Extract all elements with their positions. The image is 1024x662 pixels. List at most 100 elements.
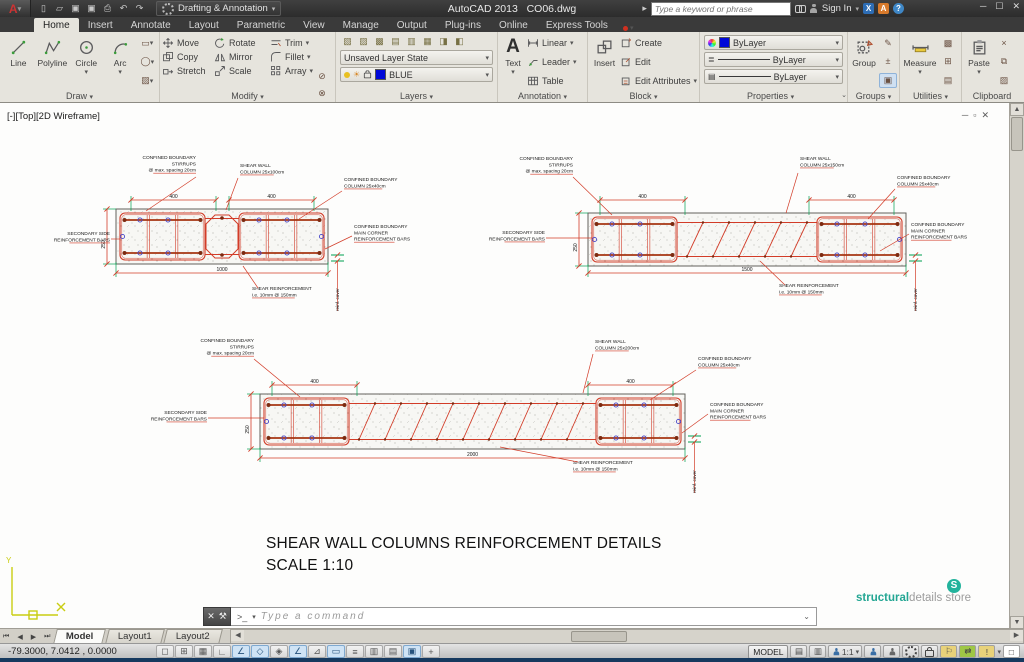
panel-title-layers[interactable]: Layers ▾ (336, 90, 497, 102)
explode-icon[interactable]: ⊗ (314, 87, 330, 100)
fillet-button[interactable]: Fillet▾ (270, 50, 316, 64)
tab-nav-prev-icon[interactable]: ◀ (14, 633, 27, 641)
toolbar-lock-icon[interactable] (921, 645, 938, 658)
panel-title-groups[interactable]: Groups ▾ (848, 90, 899, 102)
annotation-monitor-toggle[interactable]: + (422, 645, 440, 658)
horizontal-scrollbar[interactable]: ◀ ▶ (230, 629, 1024, 644)
command-line[interactable]: ✕ ⚒ >_ ▾ Type a command ⌄ (203, 607, 817, 626)
layer-dropdown[interactable]: ☀ BLUE▾ (340, 67, 493, 82)
scale-button[interactable]: Scale (214, 64, 270, 78)
minimize-button[interactable]: ─ (980, 1, 986, 12)
3d-object-snap-toggle[interactable]: ◈ (270, 645, 288, 658)
group-selection-toggle-icon[interactable]: ▣ (879, 73, 897, 88)
layer-match-icon[interactable]: ◧ (452, 35, 467, 48)
command-close-icon[interactable]: ✕ (207, 611, 215, 622)
create-block-button[interactable]: Create (620, 36, 697, 50)
command-history-caret-icon[interactable]: ▾ (252, 613, 256, 621)
layer-thaw-sun-icon[interactable]: ☀ (353, 70, 360, 79)
object-snap-toggle[interactable]: ◇ (251, 645, 269, 658)
transparency-toggle[interactable]: ▥ (365, 645, 383, 658)
workspace-switching-icon[interactable] (902, 645, 919, 658)
infer-constraints-toggle[interactable]: ◻ (156, 645, 174, 658)
tab-nav-next-icon[interactable]: ▶ (28, 633, 41, 641)
stretch-button[interactable]: Stretch (162, 64, 214, 78)
linetype-dropdown[interactable]: ▤ ByLayer▾ (704, 69, 843, 84)
quick-properties-toggle[interactable]: ▤ (384, 645, 402, 658)
viewport-controls[interactable]: [-][Top][2D Wireframe] (7, 111, 100, 122)
ellipse-icon[interactable]: ◯▾ (139, 55, 155, 68)
layer-state-dropdown[interactable]: Unsaved Layer State▾ (340, 50, 493, 65)
linear-caret-icon[interactable]: ▾ (570, 39, 574, 47)
leader-button[interactable]: Leader▾ (527, 55, 577, 69)
snap-mode-toggle[interactable]: ⊞ (175, 645, 193, 658)
leader-caret-icon[interactable]: ▾ (573, 58, 577, 66)
infocenter-collapse-icon[interactable]: ▸ (642, 3, 647, 14)
circle-caret-icon[interactable]: ▾ (85, 68, 89, 76)
ribbon-tab-layout[interactable]: Layout (180, 18, 228, 32)
edit-block-button[interactable]: Edit (620, 55, 697, 69)
object-snap-tracking-toggle[interactable]: ∠ (289, 645, 307, 658)
status-tray-icon[interactable]: ⚐ (940, 645, 957, 658)
search-input[interactable] (651, 2, 791, 16)
group-button[interactable]: Group (850, 34, 878, 90)
application-menu-button[interactable]: A▾ (0, 0, 31, 17)
insert-button[interactable]: Insert (590, 34, 619, 90)
lineweight-dropdown[interactable]: ≣ ByLayer▾ (704, 52, 843, 67)
scroll-up-icon[interactable]: ▲ (1010, 103, 1024, 116)
line-button[interactable]: Line (2, 34, 35, 90)
layer-lock-icon[interactable]: ▦ (420, 35, 435, 48)
annotation-autoscale-icon[interactable] (883, 645, 900, 658)
hatch-icon[interactable]: ▨▾ (139, 74, 155, 87)
edit-attributes-button[interactable]: Edit Attributes▾ (620, 74, 697, 88)
doc-close-icon[interactable]: ✕ (981, 110, 994, 120)
panel-title-draw[interactable]: Draw ▾ (0, 90, 159, 102)
plot-icon[interactable]: ⎙ (101, 3, 114, 14)
doc-minimize-icon[interactable]: ─ (962, 110, 973, 120)
tab-layout1[interactable]: Layout1 (105, 629, 165, 644)
plugin-tray-icon[interactable]: ⇄ (959, 645, 976, 658)
ribbon-tab-output[interactable]: Output (388, 18, 436, 32)
command-input[interactable]: >_ ▾ Type a command ⌄ (231, 607, 817, 626)
model-space-button[interactable]: MODEL (748, 645, 788, 659)
circle-button[interactable]: Circle▾ (70, 34, 103, 90)
rectangle-icon[interactable]: ▭▾ (139, 37, 155, 50)
search-icon[interactable] (795, 5, 806, 12)
text-button[interactable]: A Text▾ (500, 34, 526, 90)
measure-button[interactable]: Measure▾ (902, 34, 938, 90)
panel-title-properties[interactable]: Properties ▾ ⌄ (700, 90, 847, 102)
panel-title-modify[interactable]: Modify ▾ (160, 90, 335, 102)
ortho-mode-toggle[interactable]: ∟ (213, 645, 231, 658)
tab-layout2[interactable]: Layout2 (163, 629, 223, 644)
linear-dimension-button[interactable]: Linear▾ (527, 36, 577, 50)
arc-button[interactable]: Arc▾ (104, 34, 137, 90)
tray-settings-caret-icon[interactable]: ▾ (997, 648, 1001, 656)
fillet-caret-icon[interactable]: ▾ (307, 53, 311, 61)
cut-icon[interactable]: × (996, 37, 1012, 50)
sign-in-caret-icon[interactable]: ▾ (855, 5, 859, 13)
group-edit-icon[interactable]: ✎ (880, 37, 896, 50)
open-file-icon[interactable]: ▱ (53, 3, 66, 14)
ribbon-tab-parametric[interactable]: Parametric (228, 18, 294, 32)
tab-model[interactable]: Model (54, 629, 107, 644)
autodesk360-icon[interactable]: A (878, 3, 889, 14)
coordinates-readout[interactable]: -79.3000, 7.0412 , 0.0000 (0, 646, 156, 657)
vertical-scrollbar[interactable]: ▲ ▼ (1009, 103, 1024, 629)
maximize-button[interactable]: ☐ (995, 1, 1003, 12)
panel-title-utilities[interactable]: Utilities ▾ (900, 90, 961, 102)
id-point-icon[interactable]: ▤ (940, 74, 956, 87)
ungroup-icon[interactable]: ± (880, 55, 896, 68)
drawing-canvas[interactable]: Y 4004001000250CONFINED BOUNDARYSTIRRUPS… (0, 102, 1024, 628)
edit-attributes-caret-icon[interactable]: ▾ (693, 77, 697, 85)
quick-select-icon[interactable]: ▩ (940, 37, 956, 50)
grid-display-toggle[interactable]: ▦ (194, 645, 212, 658)
mirror-button[interactable]: Mirror (214, 50, 270, 64)
horizontal-scroll-thumb[interactable] (571, 631, 627, 642)
properties-dialog-launcher-icon[interactable]: ⌄ (841, 90, 847, 102)
layer-freeze-icon[interactable]: ▥ (404, 35, 419, 48)
clean-screen-button[interactable]: □ (1003, 645, 1020, 658)
new-file-icon[interactable]: ▯ (37, 3, 50, 14)
quick-calc-icon[interactable]: ⊞ (940, 55, 956, 68)
object-color-dropdown[interactable]: ByLayer▾ (704, 35, 843, 50)
panel-title-clipboard[interactable]: Clipboard (962, 90, 1022, 102)
lineweight-toggle[interactable]: ≡ (346, 645, 364, 658)
